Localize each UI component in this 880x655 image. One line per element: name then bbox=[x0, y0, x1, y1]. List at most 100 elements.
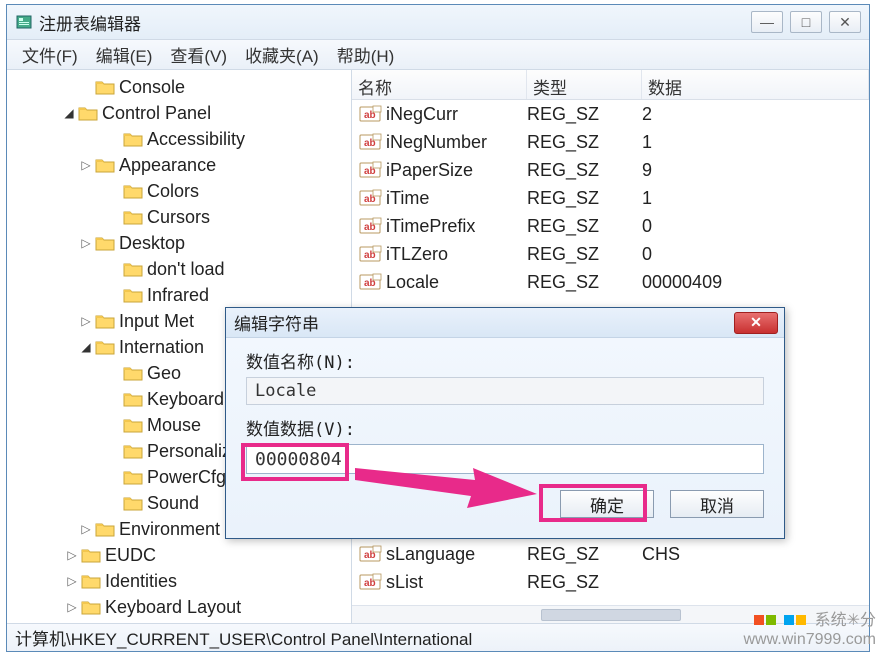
value-type: REG_SZ bbox=[527, 272, 642, 293]
close-button[interactable]: ✕ bbox=[829, 11, 861, 33]
col-header-data[interactable]: 数据 bbox=[642, 70, 869, 99]
list-row[interactable]: absLanguageREG_SZCHS bbox=[352, 540, 869, 568]
value-data: 1 bbox=[642, 132, 869, 153]
tree-item[interactable]: Infrared bbox=[7, 282, 351, 308]
tree-item[interactable]: Cursors bbox=[7, 204, 351, 230]
ok-button[interactable]: 确定 bbox=[560, 490, 654, 518]
value-data-input[interactable] bbox=[246, 444, 764, 474]
tree-item-label: Mouse bbox=[147, 415, 205, 436]
list-row[interactable]: abiTLZeroREG_SZ0 bbox=[352, 240, 869, 268]
value-data: 0 bbox=[642, 216, 869, 237]
menu-help[interactable]: 帮助(H) bbox=[328, 39, 404, 70]
string-value-icon: ab bbox=[358, 544, 382, 564]
app-icon bbox=[15, 13, 33, 31]
dialog-body: 数值名称(N): Locale 数值数据(V): 确定 取消 bbox=[226, 338, 784, 530]
menu-file[interactable]: 文件(F) bbox=[13, 39, 87, 70]
tree-item-label: Console bbox=[119, 77, 189, 98]
list-row[interactable]: abiPaperSizeREG_SZ9 bbox=[352, 156, 869, 184]
expand-toggle-icon[interactable]: ▷ bbox=[79, 236, 93, 250]
tree-item-label: Appearance bbox=[119, 155, 220, 176]
expand-toggle-icon[interactable]: ▷ bbox=[79, 158, 93, 172]
list-row[interactable]: abLocaleREG_SZ00000409 bbox=[352, 268, 869, 296]
value-name: sList bbox=[386, 572, 423, 593]
value-data: 0 bbox=[642, 244, 869, 265]
folder-icon bbox=[123, 390, 143, 408]
tree-item[interactable]: don't load bbox=[7, 256, 351, 282]
tree-item[interactable]: ▷ Appearance bbox=[7, 152, 351, 178]
folder-icon bbox=[95, 234, 115, 252]
window-title: 注册表编辑器 bbox=[39, 10, 751, 35]
tree-item-label: don't load bbox=[147, 259, 229, 280]
tree-item[interactable]: Accessibility bbox=[7, 126, 351, 152]
titlebar: 注册表编辑器 — □ ✕ bbox=[7, 5, 869, 40]
folder-icon bbox=[123, 494, 143, 512]
tree-item[interactable]: ▷ EUDC bbox=[7, 542, 351, 568]
string-value-icon: ab bbox=[358, 132, 382, 152]
value-name: iTLZero bbox=[386, 244, 448, 265]
expand-toggle-icon[interactable]: ▷ bbox=[79, 522, 93, 536]
list-row[interactable]: abiTimeREG_SZ1 bbox=[352, 184, 869, 212]
col-header-type[interactable]: 类型 bbox=[527, 70, 642, 99]
expand-toggle-icon[interactable]: ◢ bbox=[62, 106, 76, 120]
scrollbar-thumb[interactable] bbox=[541, 609, 681, 621]
value-type: REG_SZ bbox=[527, 244, 642, 265]
list-row[interactable]: absListREG_SZ bbox=[352, 568, 869, 596]
menu-favorites[interactable]: 收藏夹(A) bbox=[236, 39, 328, 70]
folder-icon bbox=[81, 598, 101, 616]
expand-toggle-icon[interactable]: ◢ bbox=[79, 340, 93, 354]
menu-view[interactable]: 查看(V) bbox=[161, 39, 236, 70]
folder-icon bbox=[95, 338, 115, 356]
tree-item-label: PowerCfg bbox=[147, 467, 230, 488]
tree-item[interactable]: ◢ Control Panel bbox=[7, 100, 351, 126]
value-name: iTime bbox=[386, 188, 429, 209]
string-value-icon: ab bbox=[358, 188, 382, 208]
statusbar-path: 计算机\HKEY_CURRENT_USER\Control Panel\Inte… bbox=[15, 625, 472, 650]
watermark-url: www.win7999.com bbox=[744, 630, 877, 649]
expand-toggle-icon[interactable]: ▷ bbox=[65, 600, 79, 614]
tree-item-label: Control Panel bbox=[102, 103, 215, 124]
edit-string-dialog: 编辑字符串 ✕ 数值名称(N): Locale 数值数据(V): 确定 取消 bbox=[225, 307, 785, 539]
expand-toggle-icon[interactable]: ▷ bbox=[65, 574, 79, 588]
expand-toggle-icon[interactable]: ▷ bbox=[65, 548, 79, 562]
menu-edit[interactable]: 编辑(E) bbox=[87, 39, 162, 70]
tree-item-label: Sound bbox=[147, 493, 203, 514]
expand-toggle-icon[interactable]: ▷ bbox=[79, 314, 93, 328]
dialog-titlebar[interactable]: 编辑字符串 ✕ bbox=[226, 308, 784, 338]
ms-logo-icon-2 bbox=[784, 615, 806, 625]
list-header: 名称 类型 数据 bbox=[352, 70, 869, 100]
folder-icon bbox=[78, 104, 98, 122]
value-type: REG_SZ bbox=[527, 572, 642, 593]
dialog-button-row: 确定 取消 bbox=[246, 490, 764, 518]
folder-icon bbox=[123, 286, 143, 304]
string-value-icon: ab bbox=[358, 272, 382, 292]
value-name: iTimePrefix bbox=[386, 216, 475, 237]
tree-item-label: Keyboard bbox=[147, 389, 228, 410]
list-row[interactable]: abiTimePrefixREG_SZ0 bbox=[352, 212, 869, 240]
dialog-close-button[interactable]: ✕ bbox=[734, 312, 778, 334]
folder-icon bbox=[81, 546, 101, 564]
string-value-icon: ab bbox=[358, 216, 382, 236]
maximize-button[interactable]: □ bbox=[790, 11, 822, 33]
window-controls: — □ ✕ bbox=[751, 11, 861, 33]
folder-icon bbox=[95, 520, 115, 538]
list-row[interactable]: abiNegNumberREG_SZ1 bbox=[352, 128, 869, 156]
cancel-button[interactable]: 取消 bbox=[670, 490, 764, 518]
string-value-icon: ab bbox=[358, 104, 382, 124]
tree-item[interactable]: ▷Keyboard Layout bbox=[7, 594, 351, 620]
folder-icon bbox=[81, 572, 101, 590]
tree-item-label: Accessibility bbox=[147, 129, 249, 150]
col-header-name[interactable]: 名称 bbox=[352, 70, 527, 99]
tree-item-label: EUDC bbox=[105, 545, 160, 566]
minimize-button[interactable]: — bbox=[751, 11, 783, 33]
folder-icon bbox=[95, 312, 115, 330]
tree-item[interactable]: ▷Identities bbox=[7, 568, 351, 594]
tree-item-label: Infrared bbox=[147, 285, 213, 306]
tree-item[interactable]: Colors bbox=[7, 178, 351, 204]
tree-item[interactable]: ▷Desktop bbox=[7, 230, 351, 256]
tree-item-label: Environment bbox=[119, 519, 224, 540]
tree-item[interactable]: Console bbox=[7, 74, 351, 100]
folder-icon bbox=[95, 78, 115, 96]
folder-icon bbox=[123, 364, 143, 382]
folder-icon bbox=[123, 416, 143, 434]
list-row[interactable]: abiNegCurrREG_SZ2 bbox=[352, 100, 869, 128]
